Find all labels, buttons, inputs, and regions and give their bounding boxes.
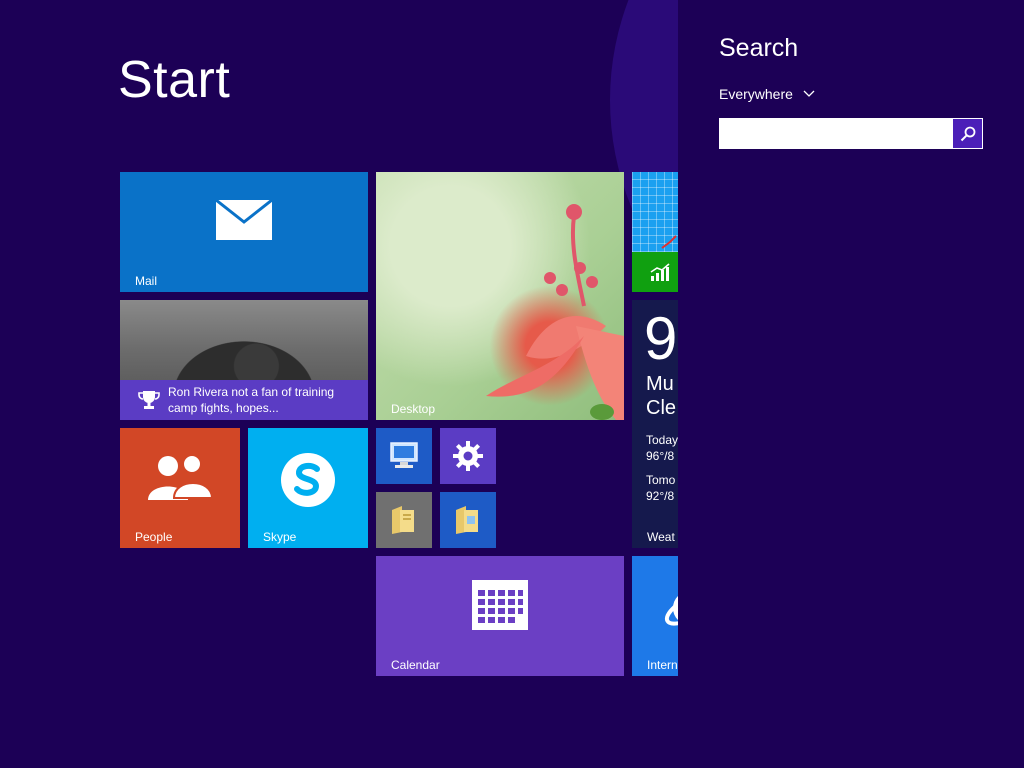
chart-icon <box>650 263 670 281</box>
tile-skype[interactable]: Skype <box>248 428 368 548</box>
tile-mail-label: Mail <box>135 274 158 288</box>
trophy-icon <box>138 391 160 409</box>
computer-icon <box>390 442 418 468</box>
flower-image <box>486 204 624 420</box>
tile-news[interactable]: Ron Rivera not a fan of training camp fi… <box>120 300 368 420</box>
chevron-down-icon <box>803 90 815 97</box>
tile-calendar[interactable]: Calendar <box>376 556 624 676</box>
tile-ie[interactable]: Intern <box>632 556 678 676</box>
tile-people[interactable]: People <box>120 428 240 548</box>
gear-icon <box>453 441 483 471</box>
search-pane: Search Everywhere <box>678 0 1024 768</box>
tile-ie-label: Intern <box>647 658 678 672</box>
search-button[interactable] <box>953 119 982 148</box>
tile-calendar-label: Calendar <box>391 658 440 672</box>
calendar-icon <box>472 580 528 630</box>
tile-weather[interactable]: 9 Mu Cle Today 96°/8 Tomo 92°/8 Weat <box>632 300 678 548</box>
ie-icon <box>664 590 678 626</box>
weather-tomorrow-label: Tomo <box>646 473 676 487</box>
weather-city-line1: Mu <box>646 373 674 395</box>
news-headline: Ron Rivera not a fan of training camp fi… <box>168 385 335 415</box>
tile-this-pc[interactable] <box>376 428 432 484</box>
weather-city-line2: Cle <box>646 397 677 419</box>
tile-skype-label: Skype <box>263 530 297 544</box>
tile-mail[interactable]: Mail <box>120 172 368 292</box>
tile-desktop-label: Desktop <box>391 402 436 416</box>
tile-finance[interactable] <box>632 172 678 292</box>
weather-today-range: 96°/8 <box>646 449 675 463</box>
weather-today-label: Today <box>646 433 678 447</box>
weather-city: Mu Cle <box>646 372 676 420</box>
tile-people-label: People <box>135 530 173 544</box>
tile-documents[interactable] <box>376 492 432 548</box>
search-scope-dropdown[interactable]: Everywhere <box>719 86 815 102</box>
start-title: Start <box>118 51 231 109</box>
search-input[interactable] <box>720 119 954 148</box>
search-heading: Search <box>719 34 799 62</box>
envelope-icon <box>216 200 272 240</box>
tile-weather-label: Weat <box>647 530 675 544</box>
finance-band <box>632 252 678 292</box>
tile-desktop[interactable]: Desktop <box>376 172 624 420</box>
weather-tomorrow-range: 92°/8 <box>646 489 675 503</box>
skype-icon <box>281 453 335 507</box>
tile-file-explorer[interactable] <box>440 492 496 548</box>
people-icon <box>148 454 212 500</box>
folder-icon <box>392 506 414 534</box>
start-screen: Start Mail Ron Rivera not a fan of train… <box>0 0 678 768</box>
search-scope-label: Everywhere <box>719 86 793 102</box>
folder-icon <box>456 506 478 534</box>
weather-temperature: 9 <box>644 305 678 372</box>
search-box <box>719 118 983 149</box>
chart-icon <box>661 235 677 249</box>
news-caption-bar: Ron Rivera not a fan of training camp fi… <box>120 380 368 420</box>
magnifier-icon <box>960 126 975 141</box>
tile-pc-settings[interactable] <box>440 428 496 484</box>
